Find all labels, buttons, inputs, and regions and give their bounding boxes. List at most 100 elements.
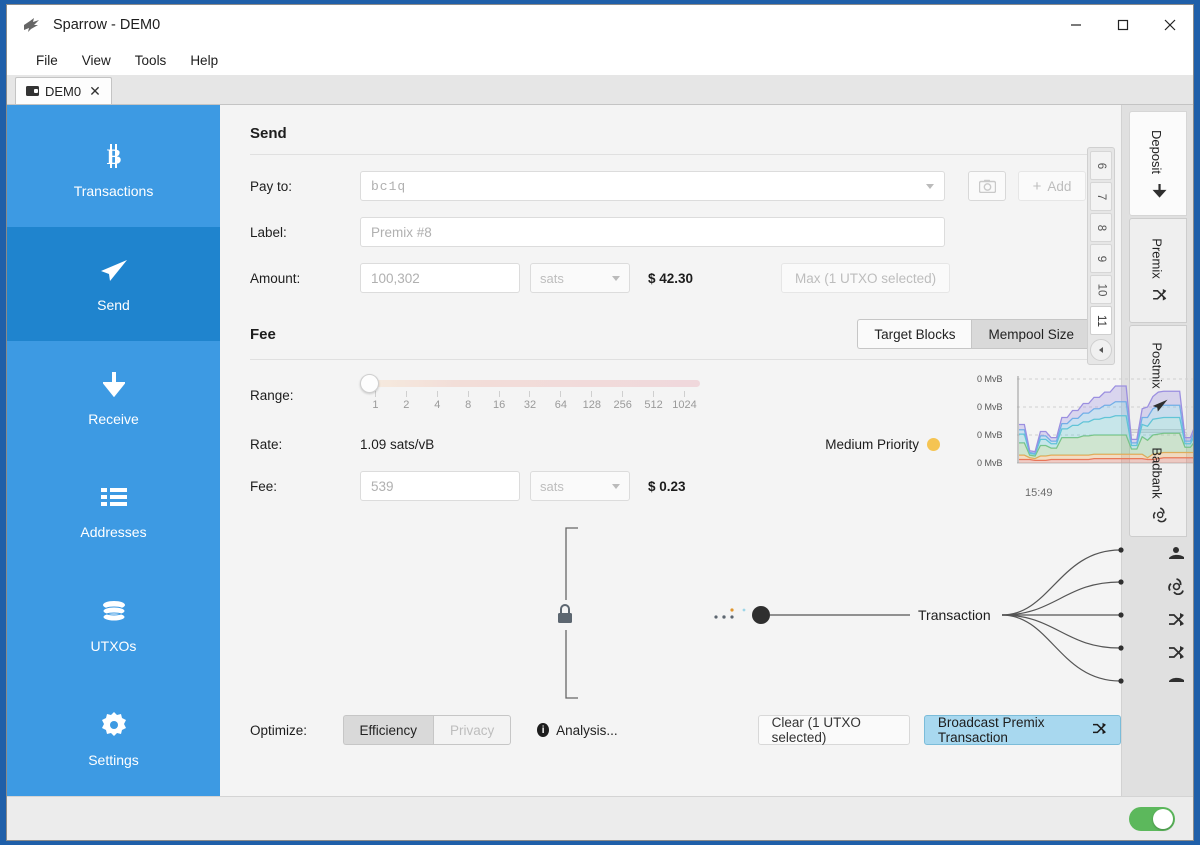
tick-label: 1 [372, 399, 379, 411]
pay-to-value: bc1q [371, 178, 407, 194]
maximize-button[interactable] [1099, 5, 1146, 45]
sidebar-item-transactions[interactable]: B Transactions [7, 113, 220, 227]
tick-label: 256 [613, 399, 632, 411]
sidebar-item-label: UTXOs [90, 638, 137, 655]
tick: 256 [607, 391, 638, 411]
minimize-button[interactable] [1052, 5, 1099, 45]
amount-unit-select[interactable]: sats [530, 263, 630, 293]
tick-label: 4 [434, 399, 441, 411]
pay-to-input[interactable]: bc1q [360, 171, 945, 201]
output-tab-9[interactable]: 9 [1090, 244, 1112, 273]
analysis-link[interactable]: Analysis... [556, 723, 618, 738]
tick-label: 64 [554, 399, 568, 411]
target-blocks-tab[interactable]: Target Blocks [857, 319, 972, 349]
menu-file[interactable]: File [25, 49, 69, 72]
x-tick-label: 15:49 [1025, 487, 1053, 499]
shuffle-icon [1148, 288, 1167, 303]
down-arrow-icon [102, 369, 125, 399]
paper-plane-icon [100, 255, 128, 285]
sidebar-item-receive[interactable]: Receive [7, 341, 220, 455]
chevron-down-icon[interactable] [926, 183, 934, 189]
tab-deposit[interactable]: Deposit [1128, 111, 1187, 216]
fee-rate-value: 1.09 sats/vB [360, 436, 435, 452]
tick: 64 [545, 391, 576, 411]
tick-label: 512 [644, 399, 663, 411]
tick: 2 [391, 391, 422, 411]
hand-coin-icon [1168, 546, 1185, 566]
output-tab-10[interactable]: 10 [1090, 275, 1112, 304]
output-more[interactable]: 8 more... [1168, 639, 1193, 671]
broadcast-button[interactable]: Broadcast Premix Transaction [923, 715, 1121, 745]
transaction-node-label: Transaction [918, 607, 991, 623]
privacy-button[interactable]: Privacy [433, 715, 512, 745]
amount-unit-value: sats [540, 270, 564, 286]
tick: 512 [638, 391, 669, 411]
output-fee[interactable]: Fee [1168, 672, 1193, 690]
menu-help[interactable]: Help [179, 49, 229, 72]
clear-button[interactable]: Clear (1 UTXO selected) [757, 715, 910, 745]
status-bar [7, 796, 1193, 840]
tab-label: Postmix [1150, 341, 1166, 389]
sidebar-item-send[interactable]: Send [7, 226, 220, 341]
transaction-diagram: Transaction [220, 520, 1184, 715]
wallet-tab-dem0[interactable]: DEM0 ✕ [15, 77, 112, 104]
broadcast-label: Broadcast Premix Transaction [937, 715, 1045, 745]
max-amount-button[interactable]: Max (1 UTXO selected) [781, 263, 951, 293]
info-icon: i [537, 723, 550, 737]
mix-toggle[interactable] [1129, 806, 1175, 831]
label-input[interactable]: Premix #8 [360, 217, 945, 247]
sidebar-item-utxos[interactable]: UTXOs [7, 568, 220, 682]
output-premix-0[interactable]: Premix #0 [1168, 606, 1193, 638]
priority-label: Medium Priority [825, 436, 919, 452]
tick-label: 1024 [672, 399, 697, 411]
sidebar: B Transactions Send Receive Addresses UT… [7, 105, 220, 796]
fee-input[interactable]: 539 [360, 471, 520, 501]
output-tab-label: 7 [1095, 193, 1107, 200]
sidebar-item-settings[interactable]: Settings [7, 682, 220, 796]
output-badbank-change[interactable]: Badbank Change [1168, 573, 1193, 605]
y-tick-label: 0 MvB [977, 374, 1003, 384]
tick-label: 2 [403, 399, 410, 411]
amount-input[interactable]: 100,302 [360, 263, 520, 293]
scroll-left-button[interactable] [1090, 339, 1112, 361]
mempool-size-tab[interactable]: Mempool Size [971, 319, 1091, 349]
paper-plane-icon [1148, 397, 1168, 413]
efficiency-button[interactable]: Efficiency [342, 715, 434, 745]
sparrow-bird-icon [21, 15, 43, 35]
priority-dot-icon [927, 437, 940, 451]
output-tab-6[interactable]: 6 [1090, 151, 1112, 180]
add-output-button[interactable]: + Add [1018, 171, 1086, 201]
fee-range-label: Range: [250, 388, 294, 403]
close-button[interactable] [1146, 5, 1193, 45]
tick-label: 128 [582, 399, 601, 411]
sidebar-item-addresses[interactable]: Addresses [7, 454, 220, 568]
bitcoin-icon: B [103, 141, 125, 171]
tick: 32 [515, 391, 546, 411]
tick-label: 8 [465, 399, 472, 411]
output-tab-8[interactable]: 8 [1090, 213, 1112, 242]
y-tick-label: 0 MvB [977, 402, 1003, 412]
amount-row: Amount: 100,302 sats $ 42.30 Max (1 UTXO… [250, 255, 1121, 301]
output-tab-label: 10 [1094, 283, 1107, 296]
tab-premix[interactable]: Premix [1128, 218, 1187, 323]
scan-qr-button[interactable] [968, 171, 1006, 201]
tab-label: Badbank [1150, 446, 1166, 499]
close-icon[interactable]: ✕ [89, 84, 101, 98]
fee-header: Fee Target Blocks Mempool Size [250, 319, 1091, 349]
menu-view[interactable]: View [71, 49, 122, 72]
title-bar: Sparrow - DEM0 [7, 5, 1193, 45]
fee-unit-select[interactable]: sats [530, 471, 630, 501]
slider-track[interactable] [360, 374, 700, 393]
slider-thumb[interactable] [360, 374, 379, 393]
output-whirlpool-fee[interactable]: Whirlpool Fee [1168, 540, 1193, 572]
menu-tools[interactable]: Tools [124, 49, 178, 72]
fee-value: 539 [371, 478, 394, 494]
list-icon [100, 482, 127, 512]
shuffle-icon [1168, 612, 1185, 632]
wallet-tab-bar: DEM0 ✕ [7, 75, 1193, 105]
chevron-down-icon [612, 275, 620, 281]
output-tab-11[interactable]: 11 [1090, 306, 1112, 335]
output-tab-7[interactable]: 7 [1090, 182, 1112, 211]
shuffle-icon [1092, 722, 1107, 738]
fee-range-slider[interactable]: 1 2 4 8 16 32 64 128 256 512 1024 [360, 374, 700, 411]
